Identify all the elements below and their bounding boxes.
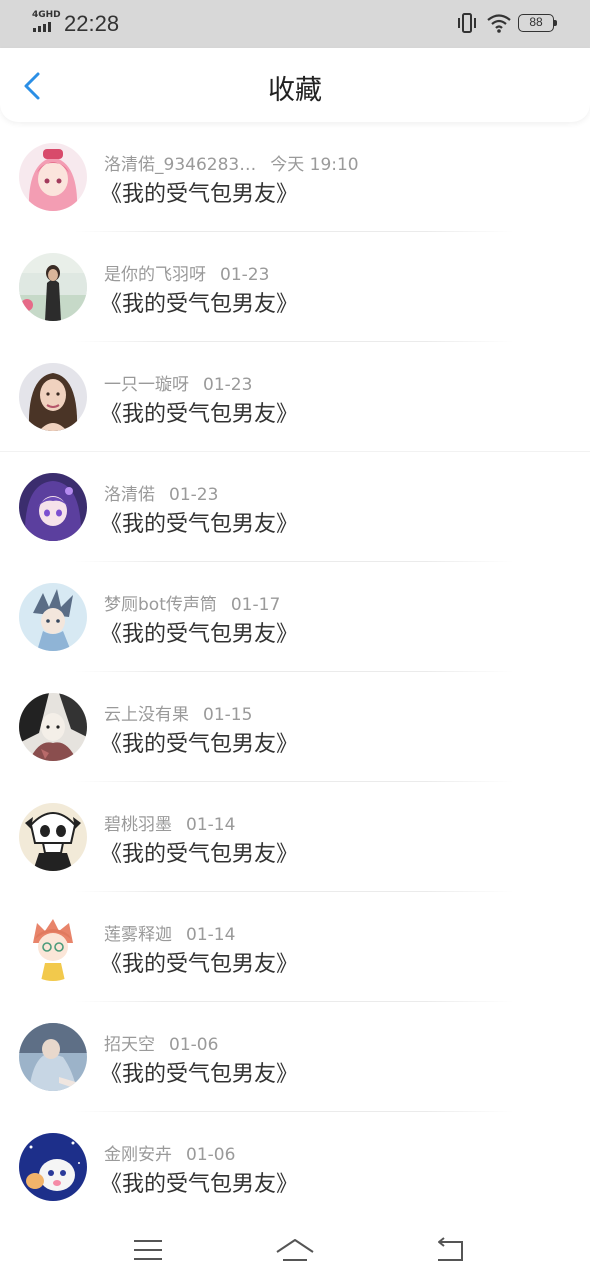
menu-button[interactable] [128, 1230, 168, 1270]
avatar[interactable] [19, 803, 87, 871]
item-meta: 碧桃羽墨 01-14 [104, 810, 235, 835]
book-title[interactable]: 《我的受气包男友》 [100, 176, 298, 208]
item-time: 01-23 [220, 265, 270, 285]
book-title[interactable]: 《我的受气包男友》 [100, 506, 298, 538]
avatar[interactable] [19, 1133, 87, 1201]
wifi-icon [486, 12, 512, 34]
item-time: 01-14 [186, 925, 236, 945]
list-item[interactable]: 一只一璇呀 01-23 《我的受气包男友》 [0, 342, 590, 452]
list-item[interactable]: 是你的飞羽呀 01-23 《我的受气包男友》 [0, 232, 590, 342]
back-icon [438, 1237, 463, 1261]
author-name[interactable]: 洛清偌 [104, 485, 155, 505]
author-name[interactable]: 云上没有果 [104, 705, 189, 725]
avatar[interactable] [19, 693, 87, 761]
network-type: 4GHD [32, 10, 61, 20]
system-nav-bar [0, 1222, 590, 1280]
list-item[interactable]: 莲雾释迦 01-14 《我的受气包男友》 [0, 892, 590, 1002]
item-meta: 招天空 01-06 [104, 1030, 218, 1055]
item-time: 01-23 [203, 375, 253, 395]
item-meta: 梦厕bot传声筒 01-17 [104, 590, 280, 615]
item-meta: 金刚安卉 01-06 [104, 1140, 235, 1165]
author-name[interactable]: 莲雾释迦 [104, 925, 172, 945]
back-nav-button[interactable] [430, 1230, 470, 1270]
author-name[interactable]: 金刚安卉 [104, 1145, 172, 1165]
avatar[interactable] [19, 143, 87, 211]
book-title[interactable]: 《我的受气包男友》 [100, 1056, 298, 1088]
author-name[interactable]: 洛清偌_9346283… [104, 155, 256, 175]
author-name[interactable]: 是你的飞羽呀 [104, 265, 206, 285]
book-title[interactable]: 《我的受气包男友》 [100, 726, 298, 758]
item-time: 01-23 [169, 485, 219, 505]
author-name[interactable]: 碧桃羽墨 [104, 815, 172, 835]
battery-icon: 88 [518, 14, 558, 32]
avatar[interactable] [19, 913, 87, 981]
item-time: 01-14 [186, 815, 236, 835]
item-time: 01-15 [203, 705, 253, 725]
item-meta: 莲雾释迦 01-14 [104, 920, 235, 945]
item-meta: 一只一璇呀 01-23 [104, 370, 252, 395]
list-item[interactable]: 碧桃羽墨 01-14 《我的受气包男友》 [0, 782, 590, 892]
item-meta: 洛清偌 01-23 [104, 480, 218, 505]
book-title[interactable]: 《我的受气包男友》 [100, 616, 298, 648]
menu-icon [134, 1240, 162, 1260]
author-name[interactable]: 梦厕bot传声筒 [104, 595, 217, 615]
list-item[interactable]: 云上没有果 01-15 《我的受气包男友》 [0, 672, 590, 782]
book-title[interactable]: 《我的受气包男友》 [100, 396, 298, 428]
battery-level: 88 [529, 15, 543, 29]
book-title[interactable]: 《我的受气包男友》 [100, 286, 298, 318]
avatar[interactable] [19, 363, 87, 431]
home-icon [276, 1239, 314, 1261]
avatar[interactable] [19, 473, 87, 541]
item-meta: 云上没有果 01-15 [104, 700, 252, 725]
item-time: 01-06 [169, 1035, 219, 1055]
item-meta: 是你的飞羽呀 01-23 [104, 260, 269, 285]
favorites-list: 洛清偌_9346283… 今天 19:10 《我的受气包男友》 是你的飞羽呀 01-… [0, 122, 590, 1222]
item-time: 今天 19:10 [270, 155, 359, 175]
header: 收藏 [0, 48, 590, 122]
list-item[interactable]: 洛清偌_9346283… 今天 19:10 《我的受气包男友》 [0, 122, 590, 232]
vibrate-icon [456, 12, 478, 34]
home-button[interactable] [275, 1230, 315, 1270]
avatar[interactable] [19, 583, 87, 651]
list-item[interactable]: 洛清偌 01-23 《我的受气包男友》 [0, 452, 590, 562]
avatar[interactable] [19, 1023, 87, 1091]
book-title[interactable]: 《我的受气包男友》 [100, 1166, 298, 1198]
author-name[interactable]: 一只一璇呀 [104, 375, 189, 395]
status-bar: 4GHD 22:28 88 [0, 0, 590, 48]
list-item[interactable]: 招天空 01-06 《我的受气包男友》 [0, 1002, 590, 1112]
item-time: 01-17 [230, 595, 281, 615]
signal-icon: 4GHD [32, 10, 61, 34]
page-title: 收藏 [268, 75, 322, 106]
avatar[interactable] [19, 253, 87, 321]
status-time: 22:28 [64, 11, 120, 36]
item-time: 01-06 [186, 1145, 236, 1165]
list-item[interactable]: 金刚安卉 01-06 《我的受气包男友》 [0, 1112, 590, 1222]
item-meta: 洛清偌_9346283… 今天 19:10 [104, 150, 359, 175]
list-item[interactable]: 梦厕bot传声筒 01-17 《我的受气包男友》 [0, 562, 590, 672]
book-title[interactable]: 《我的受气包男友》 [100, 836, 298, 868]
book-title[interactable]: 《我的受气包男友》 [100, 946, 298, 978]
author-name[interactable]: 招天空 [104, 1035, 155, 1055]
